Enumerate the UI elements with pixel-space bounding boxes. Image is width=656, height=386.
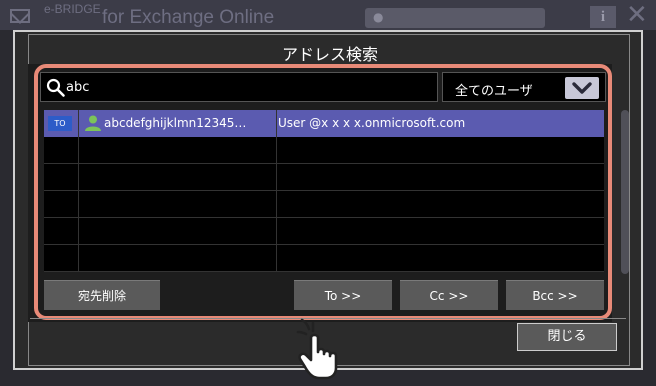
highlight-frame — [34, 64, 612, 320]
background-app-bar: e-BRIDGE for Exchange Online ● i ✕ — [0, 0, 656, 30]
user-field-text — [391, 12, 531, 22]
user-field: ● — [365, 8, 545, 28]
info-icon: i — [590, 6, 616, 28]
screen: e-BRIDGE for Exchange Online ● i ✕ アドレス検… — [0, 0, 656, 386]
app-title: for Exchange Online — [102, 7, 275, 28]
mail-icon — [10, 9, 30, 23]
app-logo: e-BRIDGE — [44, 2, 101, 16]
dialog-title: アドレス検索 — [281, 45, 378, 64]
close-button[interactable]: 閉じる — [517, 323, 617, 351]
scrollbar[interactable] — [621, 110, 629, 274]
close-icon: ✕ — [626, 0, 648, 30]
user-icon: ● — [373, 10, 384, 24]
hand-pointer-icon — [296, 318, 338, 380]
